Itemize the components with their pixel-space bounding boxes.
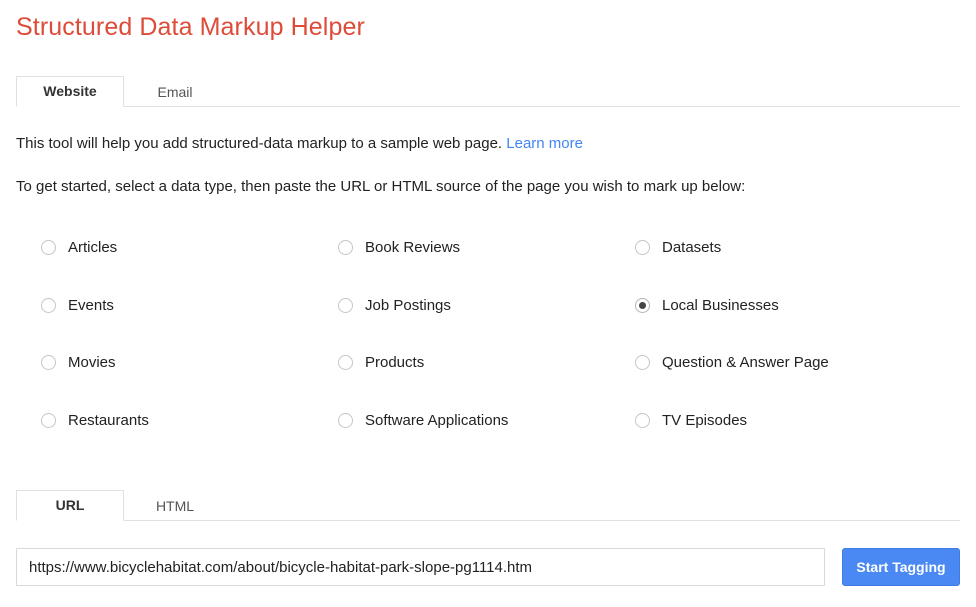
learn-more-link[interactable]: Learn more	[506, 135, 583, 152]
data-type-radio-group: Articles Events Movies Restaurants Book …	[0, 228, 976, 443]
radio-circle-icon	[635, 239, 650, 255]
radio-events[interactable]: Events	[41, 292, 114, 318]
markup-helper-page: Structured Data Markup Helper Website Em…	[0, 0, 976, 607]
radio-circle-icon	[338, 354, 353, 370]
radio-circle-selected-icon	[635, 297, 650, 313]
radio-circle-icon	[338, 412, 353, 428]
radio-label: TV Episodes	[662, 411, 748, 429]
website-email-tabbar: Website Email	[0, 76, 976, 107]
radio-label: Events	[68, 296, 114, 314]
radio-tv-episodes[interactable]: TV Episodes	[635, 407, 747, 433]
radio-label: Book Reviews	[365, 238, 461, 256]
source-tabbar: URL HTML	[0, 490, 976, 521]
radio-movies[interactable]: Movies	[41, 349, 116, 375]
radio-circle-icon	[41, 354, 56, 370]
intro-line-2: To get started, select a data type, then…	[16, 178, 746, 195]
start-tagging-button[interactable]: Start Tagging	[842, 548, 960, 586]
radio-restaurants[interactable]: Restaurants	[41, 407, 149, 433]
radio-products[interactable]: Products	[338, 349, 424, 375]
radio-label: Question & Answer Page	[662, 353, 829, 371]
radio-local-businesses[interactable]: Local Businesses	[635, 292, 779, 318]
tab-email[interactable]: Email	[130, 77, 220, 107]
radio-label: Job Postings	[365, 296, 451, 314]
url-input[interactable]	[16, 548, 825, 586]
radio-software-applications[interactable]: Software Applications	[338, 407, 508, 433]
radio-circle-icon	[41, 239, 56, 255]
page-title: Structured Data Markup Helper	[16, 13, 365, 41]
radio-circle-icon	[338, 239, 353, 255]
intro-line-1: This tool will help you add structured-d…	[16, 135, 583, 152]
url-entry-row: Start Tagging	[0, 548, 976, 588]
radio-label: Datasets	[662, 238, 722, 256]
radio-circle-icon	[41, 412, 56, 428]
radio-label: Products	[365, 353, 425, 371]
tab-website[interactable]: Website	[16, 76, 124, 107]
radio-circle-icon	[338, 297, 353, 313]
radio-label: Articles	[68, 238, 118, 256]
radio-circle-icon	[635, 354, 650, 370]
intro-line-1-text: This tool will help you add structured-d…	[16, 135, 507, 152]
radio-book-reviews[interactable]: Book Reviews	[338, 234, 460, 260]
radio-label: Software Applications	[365, 411, 509, 429]
radio-job-postings[interactable]: Job Postings	[338, 292, 451, 318]
tab-url[interactable]: URL	[16, 490, 124, 521]
radio-circle-icon	[41, 297, 56, 313]
radio-circle-icon	[635, 412, 650, 428]
tab-html[interactable]: HTML	[130, 491, 220, 521]
radio-datasets[interactable]: Datasets	[635, 234, 721, 260]
radio-label: Restaurants	[68, 411, 149, 429]
radio-label: Local Businesses	[662, 296, 779, 314]
radio-question-answer-page[interactable]: Question & Answer Page	[635, 349, 829, 375]
radio-articles[interactable]: Articles	[41, 234, 117, 260]
radio-label: Movies	[68, 353, 116, 371]
